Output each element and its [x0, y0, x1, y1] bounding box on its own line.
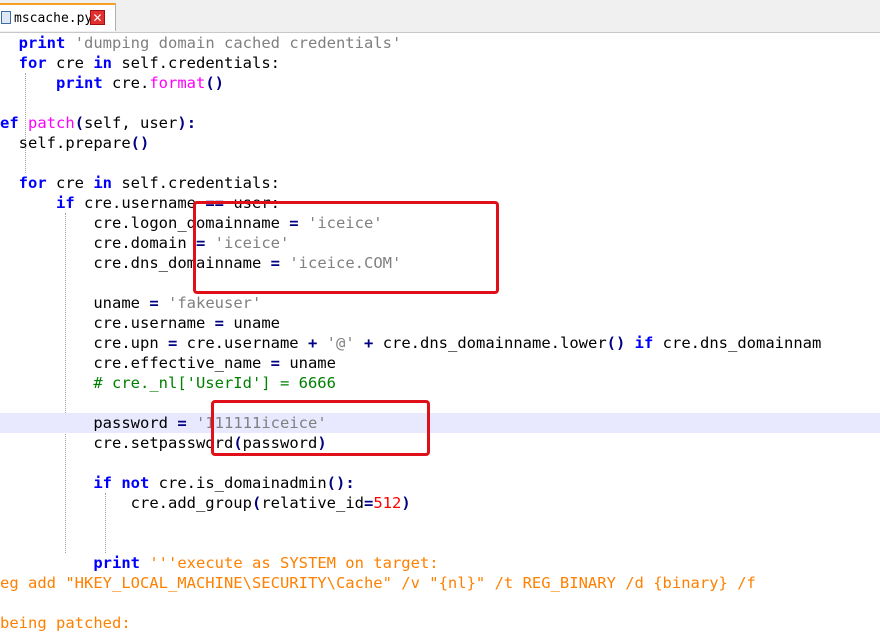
- code-line: ef patch(self, user):: [0, 114, 197, 132]
- code-line: print '''execute as SYSTEM on target:: [93, 554, 439, 572]
- code-line: cre.effective_name = uname: [93, 354, 336, 372]
- code-line: # cre._nl['UserId'] = 6666: [93, 374, 336, 392]
- code-line: eg add "HKEY_LOCAL_MACHINE\SECURITY\Cach…: [0, 574, 756, 592]
- code-line: uname = 'fakeuser': [93, 294, 262, 312]
- tab-label: mscache.py: [14, 11, 93, 26]
- tab-bar: mscache.py ✕: [0, 0, 880, 33]
- code-line: being patched:: [0, 614, 131, 632]
- code-line: for cre in self.credentials:: [18, 174, 280, 192]
- annotation-box-domain: [193, 201, 499, 294]
- code-line: cre.username = uname: [93, 314, 280, 332]
- code-editor[interactable]: print 'dumping domain cached credentials…: [0, 33, 880, 633]
- tab-mscache[interactable]: mscache.py ✕: [0, 3, 116, 31]
- code-line-current: password = '111111iceice': [0, 413, 880, 433]
- code-line: cre.add_group(relative_id=512): [130, 494, 411, 512]
- code-line: self.prepare(): [18, 134, 150, 152]
- code-line: print cre.format(): [56, 74, 225, 92]
- close-icon[interactable]: ✕: [90, 10, 105, 25]
- code-line: cre.upn = cre.username + '@' + cre.dns_d…: [93, 334, 822, 352]
- code-line: for cre in self.credentials:: [18, 54, 280, 72]
- code-line: cre.setpassword(password): [93, 434, 327, 452]
- code-line: print 'dumping domain cached credentials…: [18, 34, 402, 52]
- annotation-box-password: [211, 400, 430, 456]
- code-line: if not cre.is_domainadmin():: [93, 474, 355, 492]
- python-file-icon: [1, 11, 11, 24]
